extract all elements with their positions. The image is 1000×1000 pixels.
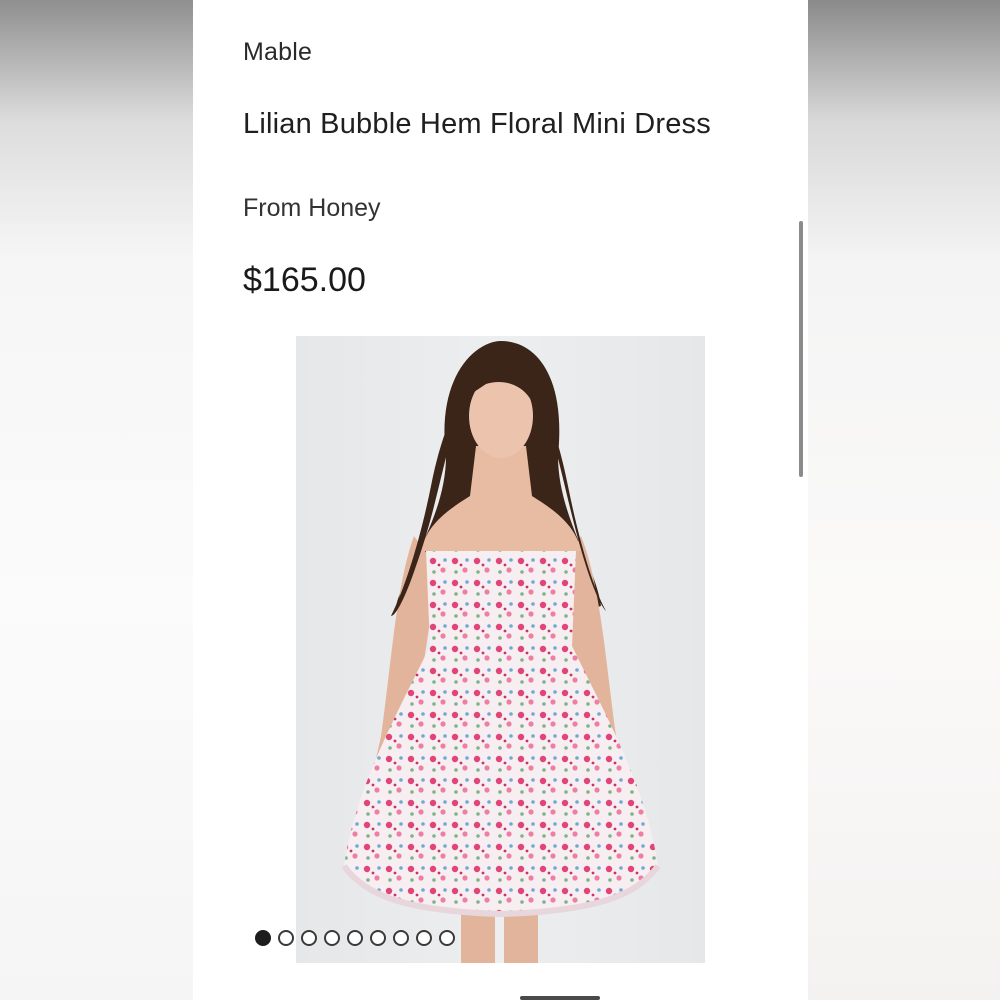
product-price: $165.00: [243, 261, 366, 299]
gallery-dot-8[interactable]: [416, 930, 432, 946]
gallery-dot-7[interactable]: [393, 930, 409, 946]
product-image[interactable]: [296, 336, 705, 963]
gallery-dot-1[interactable]: [255, 930, 271, 946]
gallery-pagination: [255, 930, 455, 946]
scrollbar[interactable]: [799, 221, 803, 477]
product-title: Lilian Bubble Hem Floral Mini Dress: [243, 108, 711, 140]
background-right: [808, 0, 1000, 1000]
model-photo-illustration: [341, 341, 661, 963]
gallery-dot-6[interactable]: [370, 930, 386, 946]
gallery-dot-2[interactable]: [278, 930, 294, 946]
gallery-dot-4[interactable]: [324, 930, 340, 946]
gallery-dot-5[interactable]: [347, 930, 363, 946]
background-left: [0, 0, 193, 1000]
gallery-dot-3[interactable]: [301, 930, 317, 946]
home-indicator: [520, 996, 600, 1000]
product-screen: Mable Lilian Bubble Hem Floral Mini Dres…: [193, 0, 808, 1000]
gallery-dot-9[interactable]: [439, 930, 455, 946]
seller-name[interactable]: From Honey: [243, 194, 381, 223]
brand-name[interactable]: Mable: [243, 38, 312, 67]
